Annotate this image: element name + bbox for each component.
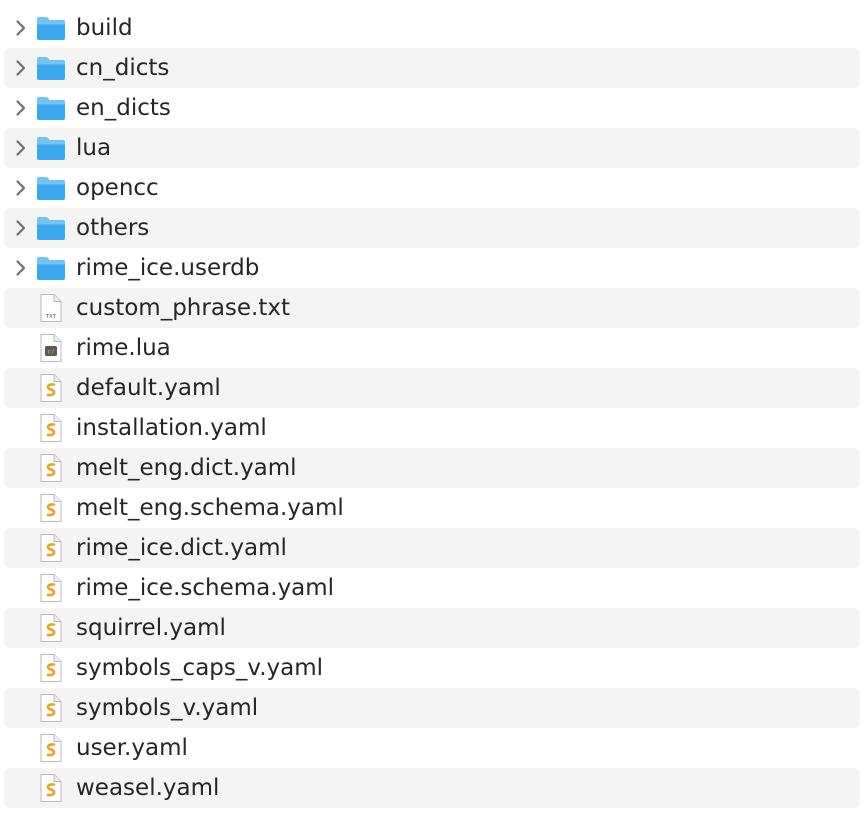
item-name: symbols_v.yaml	[76, 695, 259, 721]
file-row[interactable]: weasel.yaml	[4, 768, 860, 808]
yaml-file-icon	[34, 533, 68, 563]
item-name: opencc	[76, 175, 159, 201]
chevron-right-icon[interactable]	[12, 59, 30, 77]
folder-icon	[34, 93, 68, 123]
folder-row[interactable]: lua	[4, 128, 860, 168]
folder-icon	[34, 13, 68, 43]
item-name: cn_dicts	[76, 55, 170, 81]
folder-row[interactable]: opencc	[4, 168, 860, 208]
item-name: rime.lua	[76, 335, 171, 361]
txt-file-icon: TXT	[34, 293, 68, 323]
item-name: default.yaml	[76, 375, 221, 401]
folder-row[interactable]: cn_dicts	[4, 48, 860, 88]
yaml-file-icon	[34, 653, 68, 683]
folder-row[interactable]: rime_ice.userdb	[4, 248, 860, 288]
item-name: rime_ice.schema.yaml	[76, 575, 335, 601]
item-name: rime_ice.userdb	[76, 255, 260, 281]
chevron-right-icon[interactable]	[12, 19, 30, 37]
yaml-file-icon	[34, 493, 68, 523]
folder-row[interactable]: en_dicts	[4, 88, 860, 128]
item-name: build	[76, 15, 133, 41]
yaml-file-icon	[34, 693, 68, 723]
folder-icon	[34, 253, 68, 283]
chevron-right-icon[interactable]	[12, 259, 30, 277]
item-name: melt_eng.schema.yaml	[76, 495, 344, 521]
file-row[interactable]: TXT custom_phrase.txt	[4, 288, 860, 328]
item-name: melt_eng.dict.yaml	[76, 455, 297, 481]
chevron-right-icon[interactable]	[12, 219, 30, 237]
yaml-file-icon	[34, 613, 68, 643]
item-name: rime_ice.dict.yaml	[76, 535, 287, 561]
file-row[interactable]: installation.yaml	[4, 408, 860, 448]
yaml-file-icon	[34, 573, 68, 603]
chevron-right-icon[interactable]	[12, 99, 30, 117]
file-list: build cn_dicts en_dictslua opencc others rime…	[0, 0, 860, 808]
yaml-file-icon	[34, 413, 68, 443]
yaml-file-icon	[34, 373, 68, 403]
yaml-file-icon	[34, 773, 68, 803]
item-name: squirrel.yaml	[76, 615, 226, 641]
lua-file-icon: c/	[34, 333, 68, 363]
item-name: user.yaml	[76, 735, 188, 761]
file-row[interactable]: rime_ice.schema.yaml	[4, 568, 860, 608]
folder-icon	[34, 133, 68, 163]
file-row[interactable]: rime_ice.dict.yaml	[4, 528, 860, 568]
file-row[interactable]: melt_eng.schema.yaml	[4, 488, 860, 528]
folder-icon	[34, 173, 68, 203]
svg-text:TXT: TXT	[45, 314, 57, 320]
file-row[interactable]: squirrel.yaml	[4, 608, 860, 648]
folder-row[interactable]: build	[4, 8, 860, 48]
file-row[interactable]: melt_eng.dict.yaml	[4, 448, 860, 488]
item-name: others	[76, 215, 150, 241]
yaml-file-icon	[34, 733, 68, 763]
item-name: weasel.yaml	[76, 775, 220, 801]
item-name: lua	[76, 135, 112, 161]
file-row[interactable]: default.yaml	[4, 368, 860, 408]
file-row[interactable]: symbols_v.yaml	[4, 688, 860, 728]
file-row[interactable]: symbols_caps_v.yaml	[4, 648, 860, 688]
item-name: symbols_caps_v.yaml	[76, 655, 324, 681]
item-name: installation.yaml	[76, 415, 267, 441]
item-name: en_dicts	[76, 95, 171, 121]
file-row[interactable]: c/rime.lua	[4, 328, 860, 368]
item-name: custom_phrase.txt	[76, 295, 291, 321]
svg-text:c/: c/	[47, 349, 55, 356]
chevron-right-icon[interactable]	[12, 179, 30, 197]
folder-icon	[34, 213, 68, 243]
folder-row[interactable]: others	[4, 208, 860, 248]
file-row[interactable]: user.yaml	[4, 728, 860, 768]
folder-icon	[34, 53, 68, 83]
chevron-right-icon[interactable]	[12, 139, 30, 157]
yaml-file-icon	[34, 453, 68, 483]
